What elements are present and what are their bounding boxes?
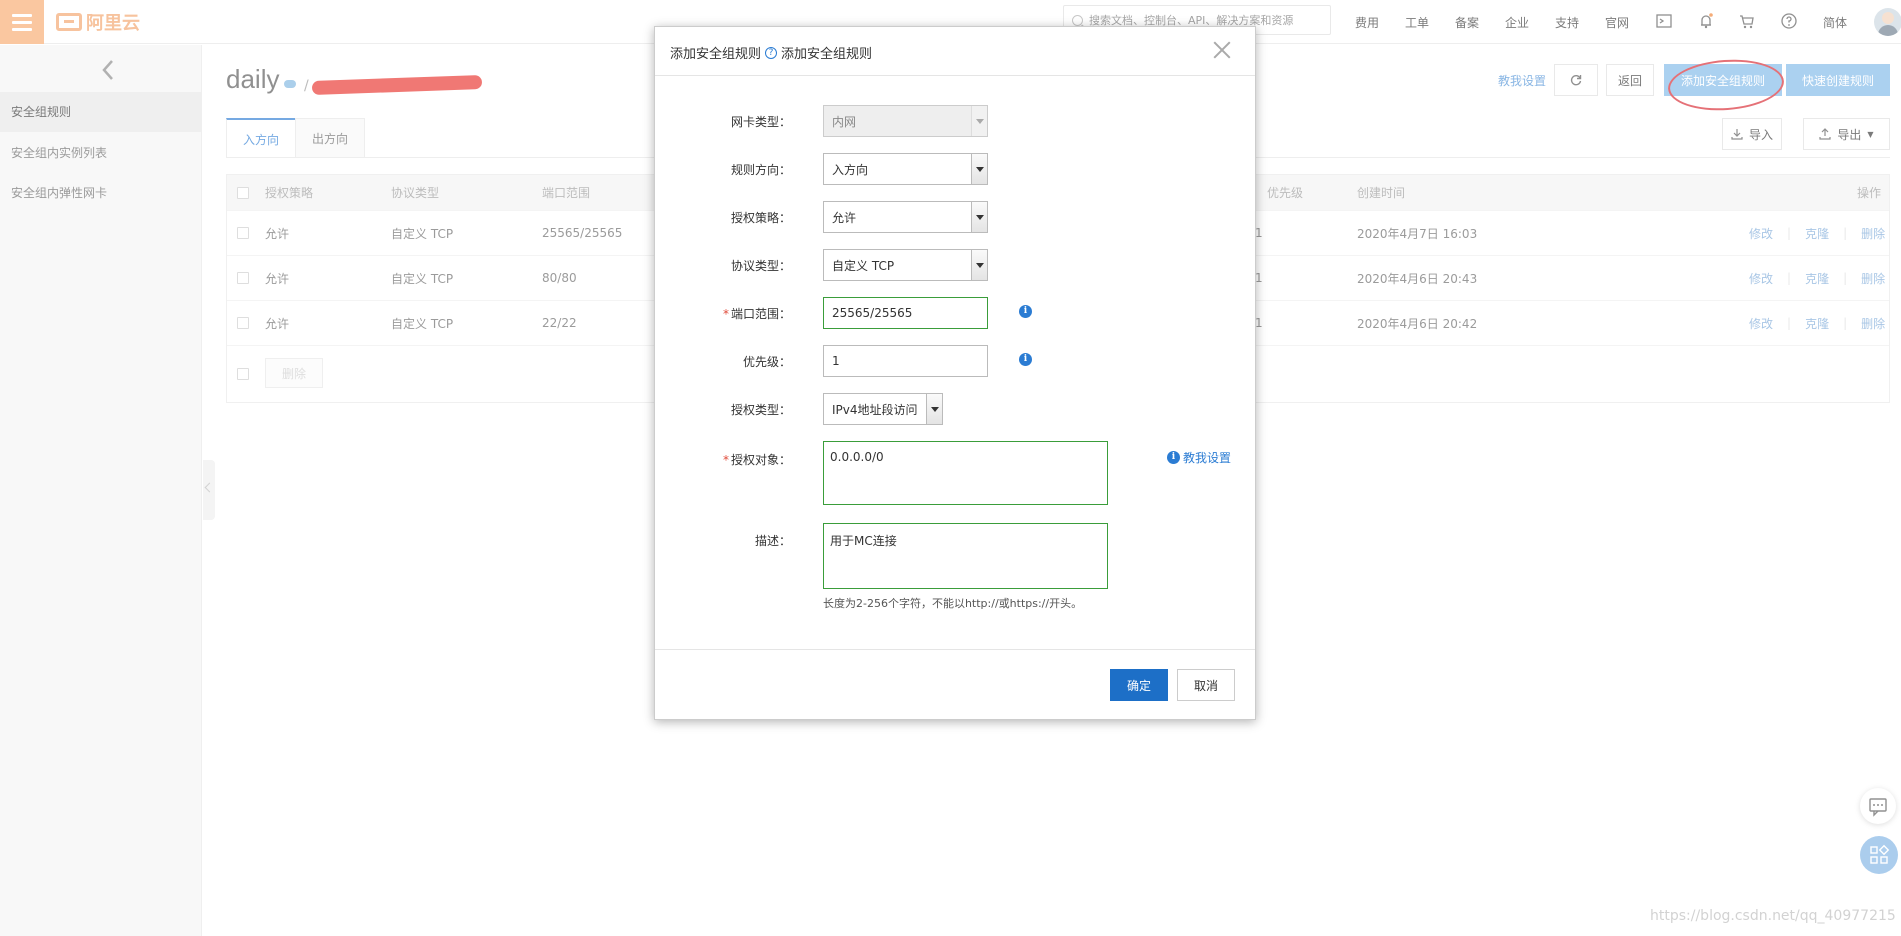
confirm-button[interactable]: 确定	[1110, 669, 1168, 701]
dialog-title-text: 添加安全组规则	[670, 47, 762, 62]
close-icon[interactable]	[1211, 39, 1233, 61]
info-icon[interactable]: i	[1019, 353, 1032, 366]
nic-type-value: 内网	[832, 114, 857, 129]
description-hint: 长度为2-256个字符，不能以http://或https://开头。	[823, 597, 1083, 610]
label-nic-type: 网卡类型：	[730, 115, 791, 129]
auth-object-input[interactable]: 0.0.0.0/0	[830, 442, 1107, 504]
auth-object-field[interactable]: 0.0.0.0/0	[823, 441, 1108, 505]
chevron-down-icon	[971, 106, 987, 136]
direction-select[interactable]: 入方向	[823, 153, 988, 185]
nic-type-select: 内网	[823, 105, 988, 137]
label-protocol: 协议类型：	[730, 259, 791, 273]
info-icon: i	[1167, 451, 1180, 464]
policy-select[interactable]: 允许	[823, 201, 988, 233]
teach-me-link[interactable]: i 教我设置	[1167, 449, 1231, 466]
priority-field[interactable]	[823, 345, 988, 377]
priority-input[interactable]	[832, 354, 987, 368]
direction-value: 入方向	[832, 162, 869, 177]
chevron-down-icon[interactable]	[926, 394, 942, 424]
label-port: * 端口范围：	[722, 307, 791, 321]
help-circle-icon[interactable]: ?	[765, 46, 778, 59]
label-description: 描述：	[754, 534, 791, 548]
description-input[interactable]: 用于MC连接	[830, 524, 1107, 588]
info-icon[interactable]: i	[1019, 305, 1032, 318]
dialog-help-link[interactable]: 添加安全组规则	[781, 43, 872, 62]
description-field[interactable]: 用于MC连接	[823, 523, 1108, 589]
dialog-title: 添加安全组规则 ? 添加安全组规则	[670, 43, 872, 62]
dialog-header-divider	[655, 75, 1255, 76]
label-policy: 授权策略：	[730, 211, 791, 225]
policy-value: 允许	[832, 210, 857, 225]
label-auth-object: * 授权对象：	[722, 453, 791, 467]
protocol-select[interactable]: 自定义 TCP	[823, 249, 988, 281]
label-direction: 规则方向：	[730, 163, 791, 177]
add-rule-dialog: 添加安全组规则 ? 添加安全组规则 网卡类型： 内网 规则方向： 入方向 授权策…	[654, 26, 1256, 720]
protocol-value: 自定义 TCP	[832, 258, 895, 273]
chevron-down-icon[interactable]	[971, 154, 987, 184]
cancel-button[interactable]: 取消	[1177, 669, 1235, 701]
auth-type-value: IPv4地址段访问	[832, 402, 918, 417]
port-range-input[interactable]	[832, 306, 987, 320]
label-priority: 优先级：	[742, 355, 791, 369]
auth-type-select[interactable]: IPv4地址段访问	[823, 393, 943, 425]
port-range-field[interactable]	[823, 297, 988, 329]
chevron-down-icon[interactable]	[971, 202, 987, 232]
chevron-down-icon[interactable]	[971, 250, 987, 280]
dialog-footer-divider	[655, 649, 1255, 650]
label-auth-type: 授权类型：	[730, 403, 791, 417]
